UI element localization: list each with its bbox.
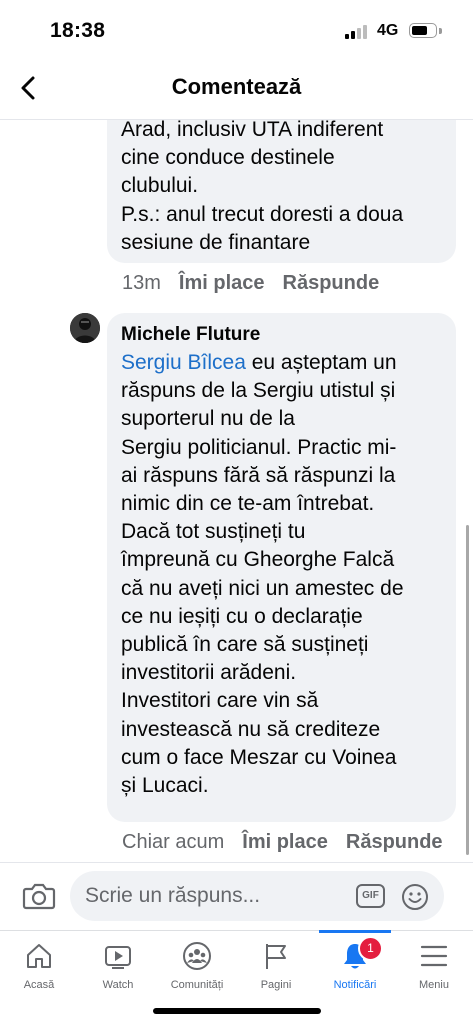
- comment-body: eu așteptam un răspuns de la Sergiu utis…: [121, 351, 404, 798]
- nav-item-home[interactable]: Acasă: [0, 931, 78, 1001]
- nav-label: Pagini: [260, 979, 292, 991]
- home-indicator: [153, 1008, 321, 1014]
- menu-icon: [420, 945, 448, 967]
- emoji-button[interactable]: [400, 882, 430, 912]
- smiley-icon: [402, 884, 428, 910]
- gif-icon[interactable]: GIF: [356, 884, 385, 908]
- page-title: Comentează: [171, 74, 302, 99]
- comment-time[interactable]: 13m: [122, 272, 161, 294]
- status-time: 18:38: [50, 19, 106, 42]
- avatar[interactable]: [70, 313, 100, 343]
- home-icon: [27, 944, 51, 968]
- like-button[interactable]: Îmi place: [179, 272, 265, 294]
- comment-text: Sergiu Bîlcea eu așteptam un răspuns de …: [121, 349, 442, 800]
- nav-label: Comunități: [170, 979, 224, 991]
- like-button[interactable]: Îmi place: [242, 831, 328, 853]
- reply-button[interactable]: Răspunde: [346, 831, 443, 853]
- nav-item-groups[interactable]: Comunități: [158, 931, 236, 1001]
- comment-bubble: Michele Fluture Sergiu Bîlcea eu aștepta…: [107, 313, 456, 822]
- camera-button[interactable]: [22, 881, 56, 911]
- comments-list[interactable]: Arad, inclusiv UTA indiferent cine condu…: [0, 120, 473, 862]
- battery-tip: [439, 28, 442, 34]
- user-avatar-icon: [70, 313, 100, 343]
- reply-input[interactable]: Scrie un răspuns...: [70, 871, 444, 921]
- comment-time[interactable]: Chiar acum: [122, 831, 224, 853]
- nav-label: Watch: [102, 979, 134, 991]
- camera-icon: [22, 883, 56, 910]
- nav-item-pages[interactable]: Pagini: [237, 931, 315, 1001]
- reply-button[interactable]: Răspunde: [283, 272, 380, 294]
- scrollbar[interactable]: [466, 525, 469, 855]
- network-type: 4G: [377, 22, 399, 39]
- comment-bubble: Arad, inclusiv UTA indiferent cine condu…: [107, 120, 456, 263]
- nav-label: Acasă: [23, 979, 55, 991]
- nav-label: Notificări: [333, 979, 377, 991]
- comment-actions: 13m Îmi place Răspunde: [122, 272, 379, 295]
- notification-badge: 1: [358, 936, 383, 961]
- signal-icon: [345, 25, 371, 39]
- nav-item-notifications[interactable]: Notificări: [316, 931, 394, 1001]
- groups-icon: [183, 942, 211, 970]
- mention-link[interactable]: Sergiu Bîlcea: [121, 351, 246, 374]
- reply-bar: Scrie un răspuns... GIF: [0, 862, 473, 930]
- reply-placeholder: Scrie un răspuns...: [85, 884, 261, 907]
- nav-item-menu[interactable]: Meniu: [395, 931, 473, 1001]
- battery-icon: [409, 23, 437, 38]
- flag-icon: [266, 944, 286, 969]
- comment-actions: Chiar acum Îmi place Răspunde: [122, 831, 443, 854]
- comment-text: Arad, inclusiv UTA indiferent cine condu…: [121, 120, 404, 254]
- watch-icon: [105, 946, 131, 969]
- status-bar: 18:38 4G: [0, 0, 473, 62]
- header: Comentează: [0, 62, 473, 120]
- comment-author[interactable]: Michele Fluture: [121, 321, 442, 349]
- nav-label: Meniu: [419, 979, 449, 991]
- nav-item-watch[interactable]: Watch: [79, 931, 157, 1001]
